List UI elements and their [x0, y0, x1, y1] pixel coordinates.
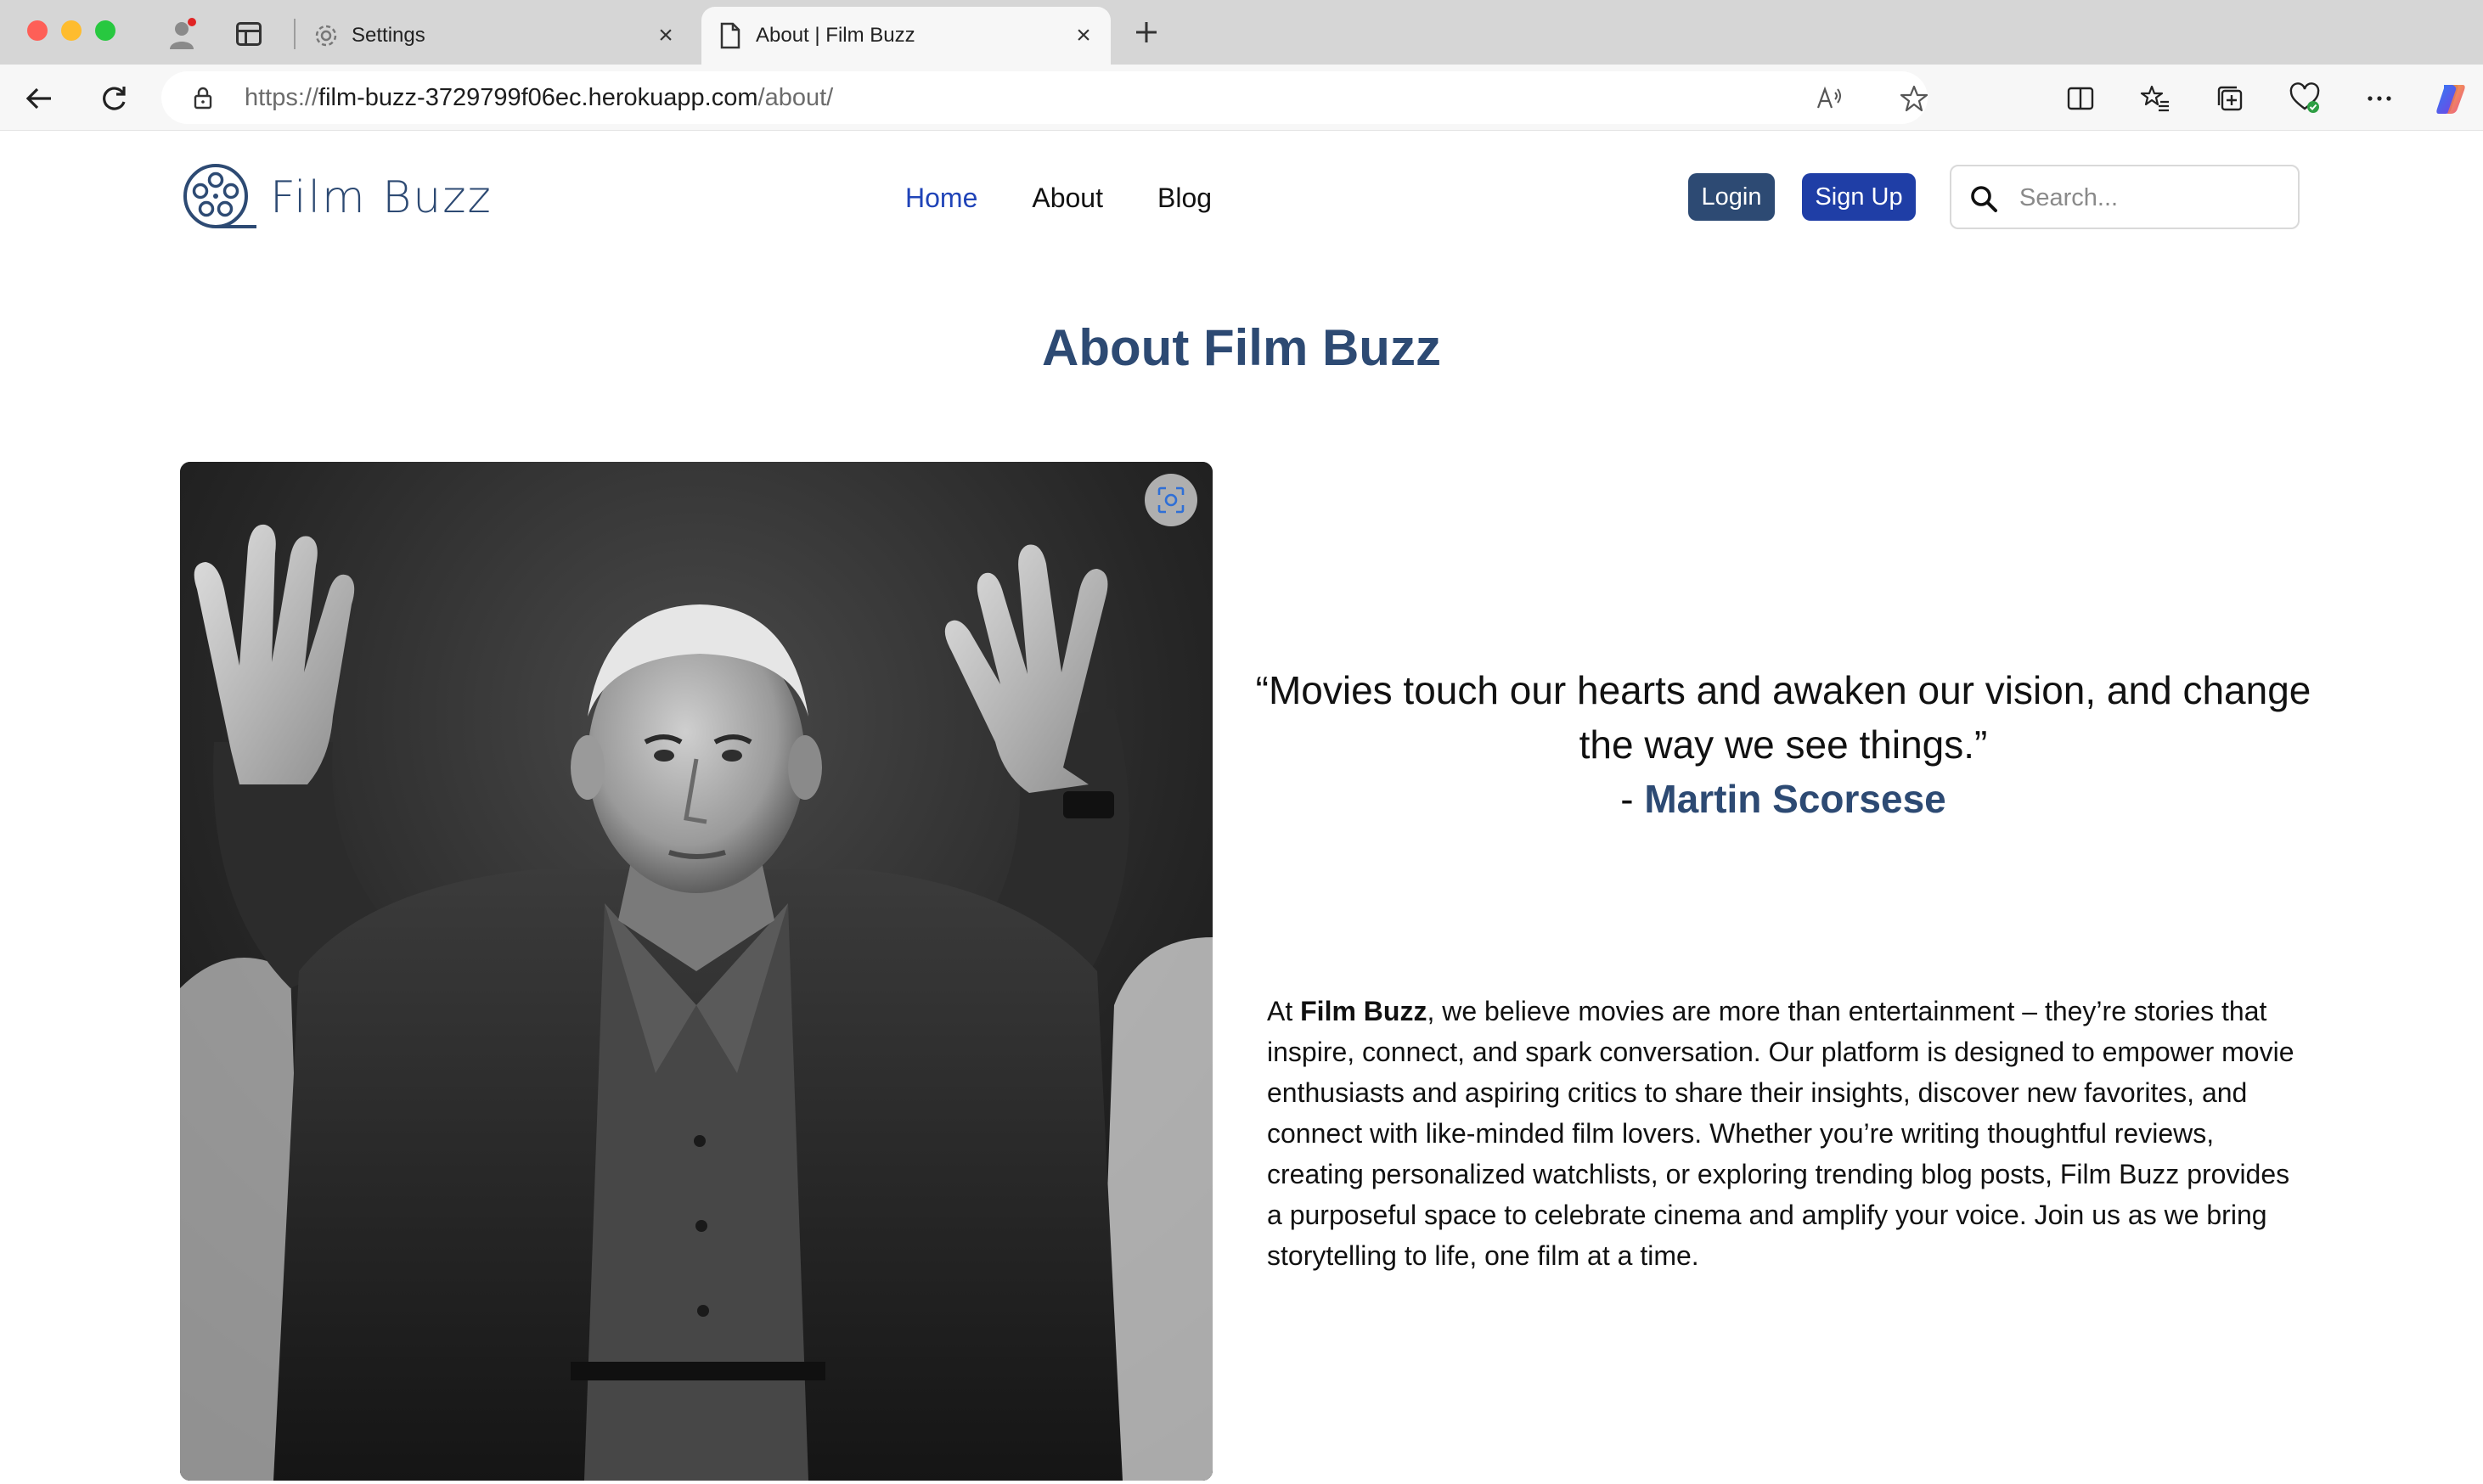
page-content: Film Buzz Home About Blog Login Sign Up …: [0, 132, 2483, 1484]
split-screen-icon[interactable]: [2064, 82, 2097, 115]
browser-essentials-icon[interactable]: [2288, 82, 2322, 115]
search-box: [1950, 165, 2300, 229]
nav-blog-link[interactable]: Blog: [1157, 183, 1212, 214]
favorites-list-icon[interactable]: [2138, 82, 2172, 115]
tab-divider: [294, 19, 296, 49]
quote-author: Martin Scorsese: [1644, 777, 1946, 821]
close-window-button[interactable]: [27, 20, 48, 41]
brand-emphasis: Film Buzz: [1300, 996, 1427, 1026]
about-description: At Film Buzz, we believe movies are more…: [1267, 996, 2294, 1271]
scorsese-quote: “Movies touch our hearts and awaken our …: [1248, 663, 2318, 826]
portrait-illustration: [180, 462, 1213, 1481]
tab-settings[interactable]: Settings ×: [302, 7, 693, 65]
browser-toolbar: https://film-buzz-3729799f06ec.herokuapp…: [0, 65, 2483, 131]
film-reel-logo-icon: [183, 164, 256, 228]
director-portrait-image: [180, 462, 1213, 1481]
read-aloud-icon[interactable]: [1814, 83, 1844, 114]
tab-actions-icon[interactable]: [236, 22, 262, 46]
profile-avatar-icon[interactable]: [166, 17, 200, 51]
copilot-icon[interactable]: [2434, 82, 2468, 115]
visual-search-icon[interactable]: [1145, 474, 1197, 526]
maximize-window-button[interactable]: [95, 20, 115, 41]
back-arrow-icon[interactable]: [20, 80, 58, 117]
brand-name: Film Buzz: [270, 172, 493, 223]
quote-attribution: - Martin Scorsese: [1620, 777, 1946, 821]
address-bar[interactable]: https://film-buzz-3729799f06ec.herokuapp…: [161, 71, 1928, 124]
close-tab-icon[interactable]: ×: [1068, 20, 1099, 51]
main-nav: Home About Blog: [905, 183, 1212, 214]
login-button[interactable]: Login: [1688, 173, 1775, 221]
gear-icon: [309, 19, 343, 53]
tab-title: Settings: [352, 24, 425, 47]
close-tab-icon[interactable]: ×: [650, 20, 681, 51]
tab-about[interactable]: About | Film Buzz ×: [701, 7, 1111, 65]
url-text: https://film-buzz-3729799f06ec.herokuapp…: [245, 84, 834, 111]
favorite-star-icon[interactable]: [1899, 83, 1929, 114]
search-icon[interactable]: [1968, 183, 1999, 214]
nav-home-link[interactable]: Home: [905, 183, 977, 214]
page-title: About Film Buzz: [1042, 319, 1441, 376]
collections-icon[interactable]: [2213, 82, 2247, 115]
signup-button[interactable]: Sign Up: [1802, 173, 1916, 221]
reload-icon[interactable]: [95, 80, 132, 117]
page-icon: [713, 19, 747, 53]
more-options-icon[interactable]: [2362, 82, 2396, 115]
nav-about-link[interactable]: About: [1032, 183, 1103, 214]
tab-title: About | Film Buzz: [756, 24, 915, 47]
search-input[interactable]: [2019, 180, 2283, 216]
brand-link[interactable]: Film Buzz: [182, 162, 493, 233]
quote-text: “Movies touch our hearts and awaken our …: [1255, 668, 2311, 767]
new-tab-icon[interactable]: [1129, 15, 1163, 49]
browser-titlebar: Settings × About | Film Buzz ×: [0, 0, 2483, 65]
lock-icon[interactable]: [190, 85, 216, 110]
minimize-window-button[interactable]: [61, 20, 82, 41]
